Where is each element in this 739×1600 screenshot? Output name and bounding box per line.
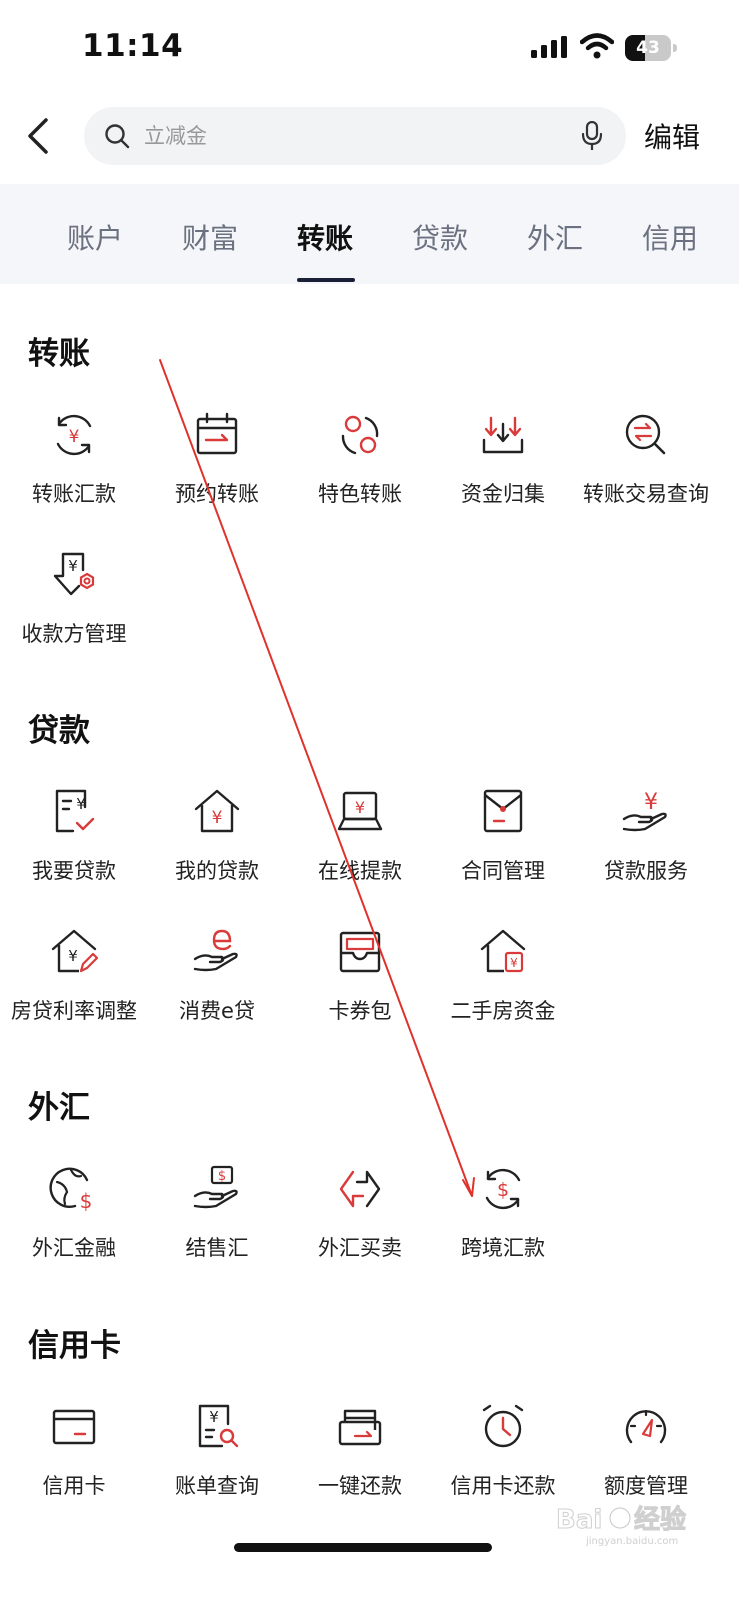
coupon-wallet-icon [339, 931, 381, 973]
contract-envelope-icon [483, 789, 523, 833]
section-title-loan: 贷款 [28, 713, 90, 749]
edit-button[interactable]: 编辑 [644, 116, 700, 156]
search-icon [105, 124, 130, 149]
menu-item-coupon-wallet[interactable]: 卡券包 [286, 927, 434, 1047]
svg-text:$: $ [218, 1169, 226, 1184]
svg-text:¥: ¥ [76, 795, 86, 813]
gauge-icon [625, 1409, 667, 1444]
menu-item-mortgage-rate[interactable]: ¥ 房贷利率调整 [0, 927, 148, 1047]
baidu-watermark-logo: Bai 经验 jingyan.baidu.com [556, 1504, 687, 1548]
menu-item-special-transfer[interactable]: 特色转账 [286, 410, 434, 530]
menu-item-label: 额度管理 [604, 1474, 688, 1498]
calendar-transfer-icon [196, 412, 238, 455]
collect-funds-icon [482, 416, 524, 454]
card-repay-icon [338, 1409, 382, 1446]
hand-e-icon [193, 929, 238, 972]
globe-dollar-icon: $ [49, 1167, 93, 1213]
menu-item-label: 跨境汇款 [461, 1236, 545, 1260]
menu-item-label: 二手房资金 [450, 999, 556, 1023]
svg-text:¥: ¥ [644, 790, 658, 815]
back-button[interactable] [20, 114, 60, 158]
house-yuan-icon: ¥ [194, 789, 240, 833]
circles-icon [341, 415, 379, 455]
credit-card-icon [52, 1409, 96, 1445]
menu-item-label: 转账交易查询 [583, 482, 709, 506]
active-tab-indicator [297, 278, 355, 282]
menu-item-loan-service[interactable]: ¥ 贷款服务 [572, 787, 720, 907]
battery-icon: 43 [625, 35, 677, 61]
transfer-search-icon [625, 414, 666, 455]
menu-item-payee-management[interactable]: ¥ 收款方管理 [0, 550, 148, 670]
menu-item-second-hand-house-funds[interactable]: ¥ 二手房资金 [429, 927, 577, 1047]
svg-text:经验: 经验 [634, 1504, 686, 1535]
menu-item-bill-query[interactable]: ¥ 账单查询 [143, 1402, 291, 1522]
menu-item-credit-card[interactable]: 信用卡 [0, 1402, 148, 1522]
menu-item-fund-collection[interactable]: 资金归集 [429, 410, 577, 530]
house-edit-icon: ¥ [51, 929, 99, 973]
svg-text:¥: ¥ [68, 947, 78, 965]
cellular-signal-icon [531, 36, 567, 58]
tab-wealth[interactable]: 财富 [182, 217, 238, 257]
menu-item-cross-border-remittance[interactable]: $ 跨境汇款 [429, 1164, 577, 1284]
menu-item-apply-loan[interactable]: ¥ 我要贷款 [0, 787, 148, 907]
hand-dollar-icon: $ [193, 1165, 238, 1209]
svg-text:¥: ¥ [355, 798, 365, 817]
menu-item-transfer-query[interactable]: 转账交易查询 [572, 410, 720, 530]
svg-text:¥: ¥ [68, 557, 78, 575]
yuan-cycle-icon: ¥ [56, 414, 92, 456]
svg-text:$: $ [497, 1179, 509, 1201]
battery-percent: 43 [636, 38, 660, 58]
section-title-forex: 外汇 [28, 1090, 90, 1126]
menu-item-fx-trading[interactable]: 外汇买卖 [286, 1164, 434, 1284]
tab-forex[interactable]: 外汇 [527, 217, 583, 257]
section-title-transfer: 转账 [28, 336, 90, 372]
menu-item-one-click-repay[interactable]: 一键还款 [286, 1402, 434, 1522]
menu-item-label: 贷款服务 [604, 859, 688, 883]
menu-item-consumer-e-loan[interactable]: 消费e贷 [143, 927, 291, 1047]
svg-text:jingyan.baidu.com: jingyan.baidu.com [585, 1536, 678, 1547]
hand-yuan-icon: ¥ [622, 790, 667, 832]
menu-item-credit-card-repay[interactable]: 信用卡还款 [429, 1402, 577, 1522]
menu-item-label: 收款方管理 [21, 622, 127, 646]
svg-text:Bai: Bai [556, 1505, 602, 1535]
menu-item-my-loans[interactable]: ¥ 我的贷款 [143, 787, 291, 907]
menu-item-fx-settlement[interactable]: $ 结售汇 [143, 1164, 291, 1284]
tab-account[interactable]: 账户 [67, 217, 123, 257]
payee-settings-icon: ¥ [53, 552, 95, 596]
svg-text:¥: ¥ [69, 427, 80, 447]
tab-credit[interactable]: 信用 [642, 217, 698, 257]
alarm-clock-icon [482, 1404, 524, 1448]
search-placeholder: 立减金 [144, 124, 207, 148]
laptop-yuan-icon: ¥ [337, 791, 383, 831]
page: 11:14 43 立减金 编辑 账户 财富 转账 贷款 外汇 信用 转账 ¥ 转… [0, 0, 739, 1600]
tab-loan[interactable]: 贷款 [412, 217, 468, 257]
menu-item-scheduled-transfer[interactable]: 预约转账 [143, 410, 291, 530]
bill-search-icon: ¥ [198, 1404, 239, 1448]
svg-text:¥: ¥ [510, 956, 518, 970]
svg-text:¥: ¥ [212, 808, 223, 828]
dollar-cycle-icon: $ [485, 1168, 521, 1210]
wifi-icon [580, 33, 614, 59]
microphone-icon[interactable] [581, 121, 603, 151]
menu-item-forex-finance[interactable]: $ 外汇金融 [0, 1164, 148, 1284]
tab-transfer[interactable]: 转账 [297, 217, 353, 257]
menu-item-online-withdrawal[interactable]: ¥ 在线提款 [286, 787, 434, 907]
category-tabs: 账户 财富 转账 贷款 外汇 信用 [0, 184, 739, 284]
status-bar: 11:14 43 [0, 0, 739, 96]
loan-apply-icon: ¥ [55, 789, 95, 833]
svg-text:¥: ¥ [209, 1408, 219, 1426]
status-time: 11:14 [82, 28, 184, 64]
search-input[interactable]: 立减金 [84, 107, 626, 165]
menu-item-transfer-remit[interactable]: ¥ 转账汇款 [0, 410, 148, 530]
exchange-arrows-icon [339, 1170, 381, 1208]
menu-item-contract-management[interactable]: 合同管理 [429, 787, 577, 907]
svg-text:$: $ [80, 1189, 93, 1213]
home-indicator[interactable] [234, 1543, 492, 1552]
house-fund-icon: ¥ [480, 929, 526, 973]
section-title-credit-card: 信用卡 [28, 1328, 121, 1364]
